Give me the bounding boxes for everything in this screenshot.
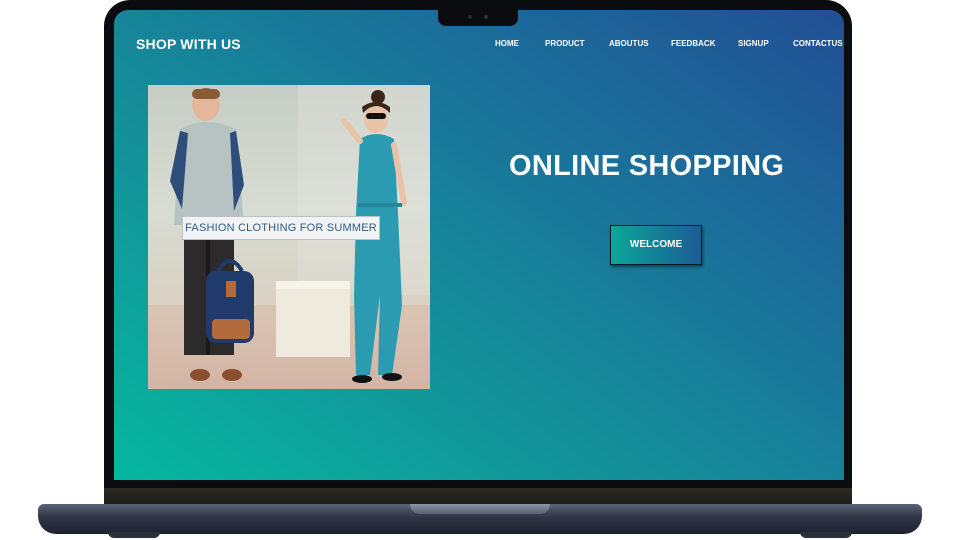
nav-aboutus[interactable]: ABOUTUS bbox=[609, 39, 649, 48]
hero-caption: FASHION CLOTHING FOR SUMMER bbox=[182, 216, 380, 240]
camera-icon bbox=[468, 15, 472, 19]
laptop-foot-left bbox=[108, 532, 160, 538]
website-screen: SHOP WITH US HOME PRODUCT ABOUTUS FEEDBA… bbox=[114, 10, 844, 480]
laptop-base bbox=[38, 504, 922, 534]
camera-notch bbox=[438, 8, 518, 26]
nav-home[interactable]: HOME bbox=[495, 39, 519, 48]
nav-feedback[interactable]: FEEDBACK bbox=[671, 39, 715, 48]
welcome-button[interactable]: WELCOME bbox=[610, 225, 702, 265]
nav-contactus[interactable]: CONTACTUS bbox=[793, 39, 843, 48]
nav-signup[interactable]: SIGNUP bbox=[738, 39, 769, 48]
main-nav: HOME PRODUCT ABOUTUS FEEDBACK SIGNUP CON… bbox=[114, 39, 844, 53]
nav-product[interactable]: PRODUCT bbox=[545, 39, 585, 48]
laptop-foot-right bbox=[800, 532, 852, 538]
hero-headline: ONLINE SHOPPING bbox=[509, 150, 785, 182]
camera-indicator-icon bbox=[484, 15, 488, 19]
lid-opening-groove bbox=[410, 504, 550, 514]
hero-fashion-image: FASHION CLOTHING FOR SUMMER bbox=[148, 85, 430, 389]
